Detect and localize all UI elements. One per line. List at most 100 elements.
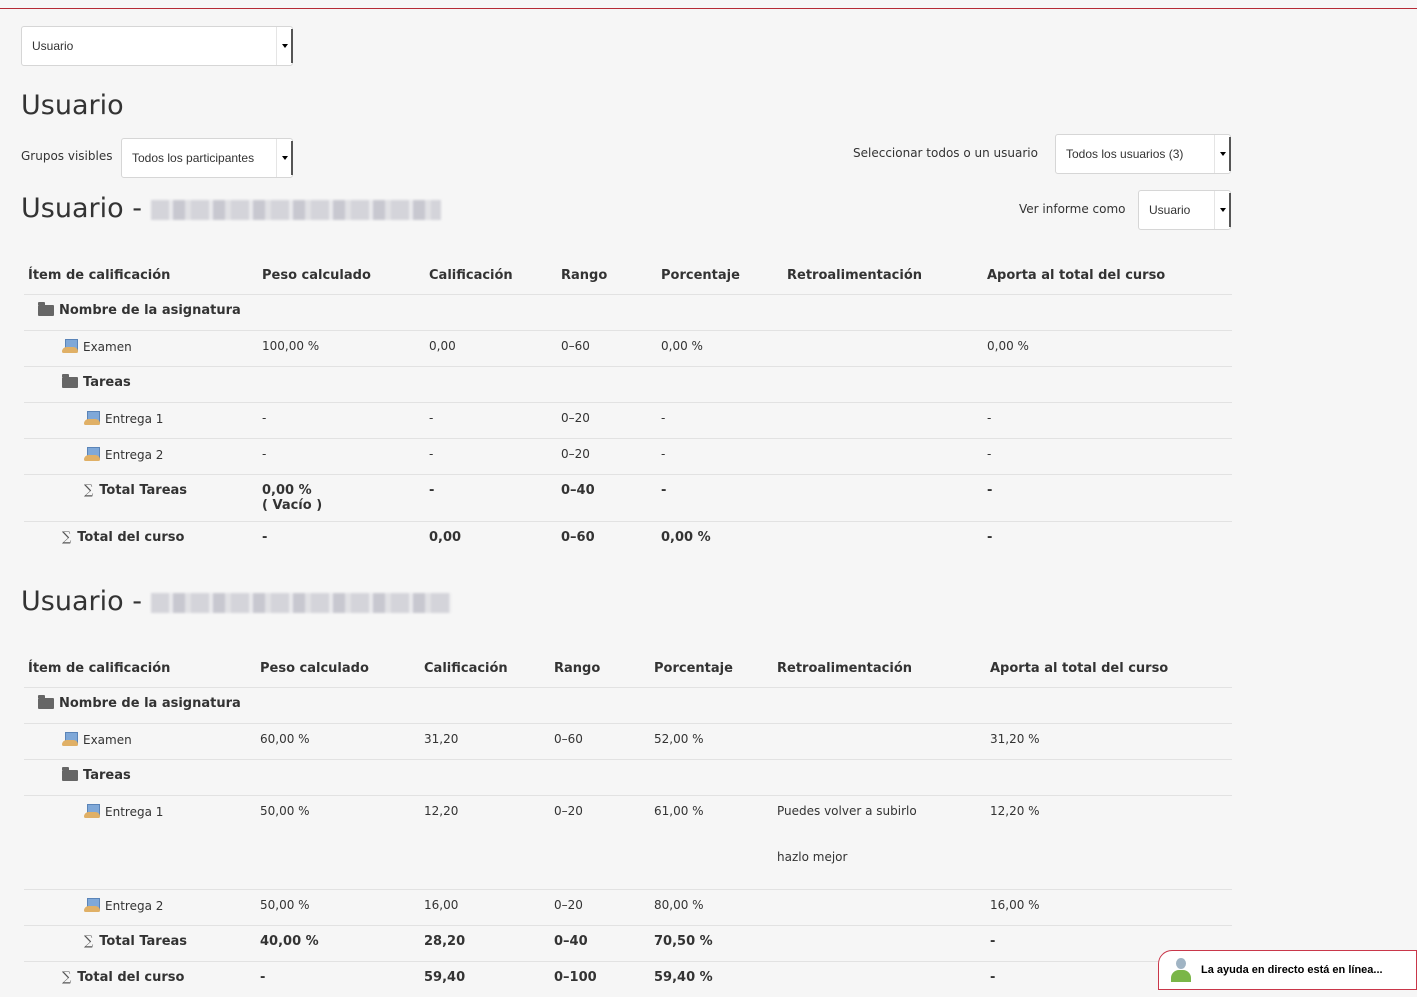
weight-cell: - [256,437,423,474]
feedback-line: hazlo mejor [777,849,848,864]
weight-cell: 0,00 %( Vacío ) [256,473,423,521]
col-header: Rango [555,258,655,295]
assignment-icon [84,410,100,425]
weight-note: ( Vacío ) [262,497,323,513]
weight-cell: - [254,960,418,997]
sigma-icon: ∑ [84,933,94,949]
percentage-cell: - [655,473,781,521]
sigma-icon: ∑ [84,482,94,498]
total-name: Total Tareas [99,933,188,949]
view-as-select[interactable]: Usuario [1138,190,1231,230]
col-header: Rango [548,651,648,688]
user-report-title: Usuario - [21,193,441,224]
grade-cell: 16,00 [418,888,548,925]
chevron-down-icon [1214,135,1231,173]
groups-label: Grupos visibles [21,149,113,163]
percentage-cell: 70,50 % [648,924,771,961]
live-chat-label: La ayuda en directo está en línea... [1201,964,1383,976]
redacted-user-name [150,199,441,220]
folder-icon [62,373,78,388]
view-as-label: Ver informe como [1019,202,1126,216]
table-row: Examen 60,00 % 31,20 0–60 52,00 % 31,20 … [24,722,1232,759]
percentage-cell: 0,00 % [655,329,781,366]
report-type-select[interactable]: Usuario [21,26,293,66]
user-select[interactable]: Todos los usuarios (3) [1055,134,1231,174]
contribution-cell: 12,20 % [984,794,1232,889]
user-report-title: Usuario - [21,586,451,617]
report-type-select-value: Usuario [32,39,74,53]
weight-cell: 100,00 % [256,329,423,366]
range-cell: 0–100 [548,960,648,997]
assignment-icon [84,803,100,818]
percentage-cell: 52,00 % [648,722,771,759]
total-name: Total Tareas [99,482,188,498]
user-report-title-text: Usuario - [21,193,151,224]
contribution-cell: 16,00 % [984,888,1232,925]
total-name: Total del curso [77,529,185,545]
grade-item-link[interactable]: Examen [83,733,132,747]
grade-table: Ítem de calificación Peso calculado Cali… [24,651,1232,997]
contribution-cell: - [981,520,1232,557]
feedback-cell [781,401,981,438]
live-chat-widget[interactable]: La ayuda en directo está en línea... [1158,950,1417,990]
weight-cell: 50,00 % [254,794,418,889]
sigma-icon: ∑ [62,969,72,985]
table-row: Tareas [24,758,1232,795]
feedback-cell [781,437,981,474]
grade-cell: - [423,473,555,521]
page-title: Usuario [21,90,124,121]
folder-icon [38,301,54,316]
contribution-cell: - [981,437,1232,474]
category-name: Nombre de la asignatura [59,302,241,318]
table-row: Entrega 1 50,00 % 12,20 0–20 61,00 % Pue… [24,794,1232,889]
weight-cell: 60,00 % [254,722,418,759]
weight-cell: 50,00 % [254,888,418,925]
percentage-cell: 59,40 % [648,960,771,997]
groups-select[interactable]: Todos los participantes [121,138,293,178]
weight-cell: - [256,401,423,438]
total-name: Total del curso [77,969,185,985]
grade-cell: 0,00 [423,520,555,557]
range-cell: 0–40 [555,473,655,521]
range-cell: 0–40 [548,924,648,961]
range-cell: 0–20 [555,437,655,474]
grade-item-link[interactable]: Entrega 1 [105,412,163,426]
range-cell: 0–20 [548,794,648,889]
feedback-cell: Puedes volver a subirlo hazlo mejor [771,794,984,889]
grade-cell: - [423,401,555,438]
grade-cell: 59,40 [418,960,548,997]
feedback-cell [771,888,984,925]
percentage-cell: - [655,437,781,474]
grade-item-link[interactable]: Entrega 1 [105,805,163,819]
col-header: Peso calculado [256,258,423,295]
col-header: Calificación [423,258,555,295]
assignment-icon [62,338,78,353]
col-header: Ítem de calificación [24,258,256,295]
percentage-cell: - [655,401,781,438]
col-header: Porcentaje [655,258,781,295]
table-row: Entrega 2 - - 0–20 - - [24,437,1232,474]
grade-item-link[interactable]: Entrega 2 [105,448,163,462]
user-select-label: Seleccionar todos o un usuario [853,146,1038,160]
col-header: Aporta al total del curso [981,258,1232,295]
feedback-cell [771,960,984,997]
sigma-icon: ∑ [62,529,72,545]
grade-cell: - [423,437,555,474]
assignment-icon [62,731,78,746]
grade-item-link[interactable]: Entrega 2 [105,899,163,913]
col-header: Aporta al total del curso [984,651,1232,688]
assignment-icon [84,446,100,461]
grade-item-link[interactable]: Examen [83,340,132,354]
col-header: Retroalimentación [781,258,981,295]
chevron-down-icon [276,27,293,65]
chevron-down-icon [276,139,293,177]
table-header-row: Ítem de calificación Peso calculado Cali… [24,651,1232,688]
assignment-icon [84,897,100,912]
table-row: Examen 100,00 % 0,00 0–60 0,00 % 0,00 % [24,329,1232,366]
feedback-cell [771,722,984,759]
feedback-cell [781,520,981,557]
grade-table: Ítem de calificación Peso calculado Cali… [24,258,1232,557]
contribution-cell: - [981,401,1232,438]
grade-cell: 12,20 [418,794,548,889]
table-row: Entrega 1 - - 0–20 - - [24,401,1232,438]
